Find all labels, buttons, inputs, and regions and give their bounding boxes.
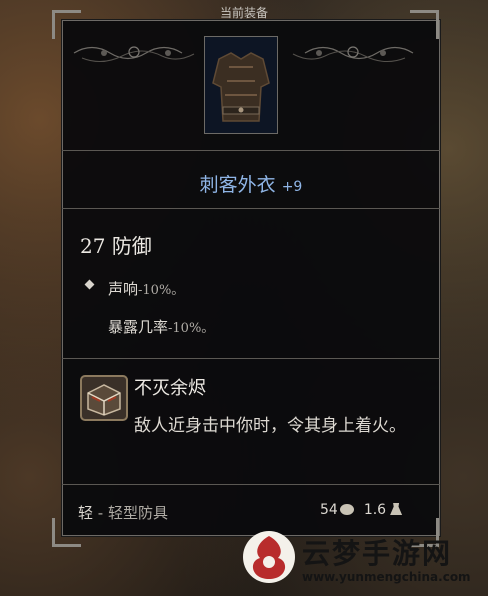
passive-description: 敌人近身击中你时，令其身上着火。 bbox=[134, 416, 406, 436]
divider-top bbox=[62, 150, 440, 151]
price-weight: 54 1.6 bbox=[320, 502, 403, 518]
weight-value: 1.6 bbox=[363, 502, 387, 518]
coin-icon bbox=[339, 504, 354, 515]
property-label: 暴露几率 bbox=[108, 318, 169, 336]
item-image-frame bbox=[204, 36, 278, 134]
filigree-ornament-left bbox=[73, 46, 195, 62]
passive-title: 不灭余烬 bbox=[134, 378, 206, 399]
property-noise: 声响-10%。 bbox=[108, 278, 184, 299]
corner-ornament-top-right bbox=[410, 10, 439, 39]
armor-value: 27 bbox=[80, 234, 106, 258]
armor-type: 轻 - 轻型防具 bbox=[78, 502, 168, 523]
divider-name bbox=[62, 208, 440, 209]
divider-passive bbox=[62, 358, 440, 359]
item-name-text: 刺客外衣 bbox=[199, 174, 276, 196]
property-value: -10%。 bbox=[138, 283, 185, 298]
weight-icon bbox=[390, 503, 403, 515]
armor-label: 防御 bbox=[111, 234, 152, 258]
armor-class-stat: 27 防御 bbox=[80, 230, 152, 259]
item-name: 刺客外衣 +9 bbox=[62, 170, 440, 197]
property-label: 声响 bbox=[108, 280, 139, 298]
leather-armor-icon bbox=[212, 52, 270, 122]
armor-type-short: 轻 bbox=[78, 504, 94, 522]
filigree-ornament-right bbox=[292, 46, 414, 62]
charred-box-icon bbox=[80, 375, 128, 421]
property-exposure: 暴露几率-10%。 bbox=[108, 316, 214, 337]
corner-ornament-top-left bbox=[52, 10, 81, 39]
item-upgrade-level: +9 bbox=[281, 179, 303, 195]
property-value: -10%。 bbox=[168, 321, 215, 336]
armor-type-full: - 轻型防具 bbox=[93, 504, 168, 522]
divider-footer bbox=[62, 484, 440, 485]
price-value: 54 bbox=[320, 502, 338, 518]
corner-ornament-bottom-left bbox=[52, 518, 81, 547]
watermark-logo-icon bbox=[243, 531, 295, 583]
watermark-title: 云梦手游网 bbox=[302, 537, 453, 570]
watermark: 云梦手游网 www.yunmengchina.com bbox=[232, 526, 484, 592]
watermark-url: www.yunmengchina.com bbox=[302, 570, 471, 584]
